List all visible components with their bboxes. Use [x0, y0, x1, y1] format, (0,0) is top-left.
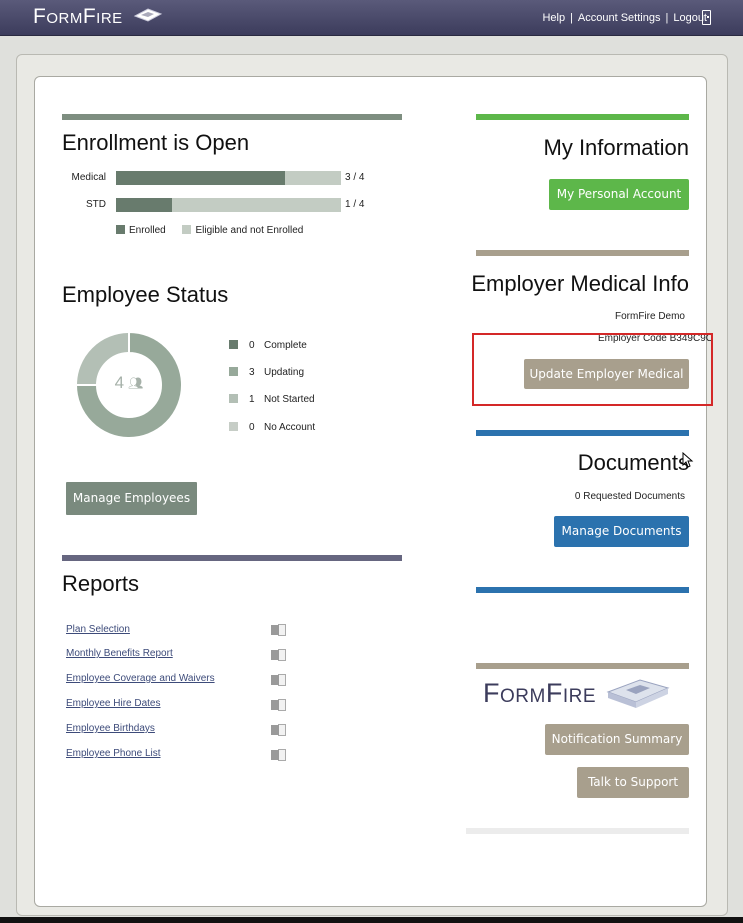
status-row-complete: 0 Complete: [229, 340, 307, 351]
legend-enrolled: Enrolled: [129, 225, 166, 236]
company-name: FormFire Demo: [614, 311, 685, 322]
employee-status-title: Employee Status: [62, 282, 229, 307]
reports-title: Reports: [62, 571, 140, 596]
top-nav: Help | Account Settings | Logout: [542, 12, 707, 24]
manage-employees-button[interactable]: Manage Employees: [66, 482, 197, 515]
enrollment-divider: [62, 114, 402, 120]
report-link-plan-selection[interactable]: Plan Selection: [66, 624, 130, 635]
requested-documents-count: 0 Requested Documents: [574, 491, 685, 502]
my-personal-account-button[interactable]: My Personal Account: [549, 179, 689, 210]
status-swatch: [229, 340, 238, 349]
status-row-not-started: 1 Not Started: [229, 394, 315, 405]
legend-swatch: [116, 225, 125, 234]
highlight-box: [472, 333, 713, 406]
talk-to-support-button[interactable]: Talk to Support: [577, 767, 689, 798]
excel-export-icon[interactable]: [271, 674, 286, 686]
employee-total: 4: [114, 373, 125, 392]
excel-export-icon[interactable]: [271, 699, 286, 711]
status-swatch: [229, 394, 238, 403]
logo-cube-icon: [606, 679, 670, 708]
reports-divider: [62, 555, 402, 561]
status-count: 0: [249, 340, 255, 351]
logo-mark-icon: [133, 8, 163, 22]
excel-export-icon[interactable]: [271, 724, 286, 736]
status-count: 3: [249, 367, 255, 378]
excel-export-icon[interactable]: [271, 749, 286, 761]
status-label: No Account: [264, 422, 316, 433]
status-label: Complete: [264, 340, 307, 351]
mouse-cursor-icon: [682, 452, 694, 468]
documents-divider: [476, 430, 689, 436]
enrolled-fill-medical: [116, 171, 285, 185]
account-settings-link[interactable]: Account Settings: [578, 12, 661, 24]
enrolled-fill-std: [116, 198, 173, 212]
status-label: Updating: [264, 367, 305, 378]
excel-export-icon[interactable]: [271, 624, 286, 636]
enrollment-title: Enrollment is Open: [62, 130, 250, 155]
enrollment-count: 3 / 4: [345, 172, 365, 183]
enrollment-bar-std: [116, 198, 341, 212]
support-logo-text: FormFire: [483, 678, 596, 708]
employee-status-donut: 4 👥︎: [74, 330, 183, 439]
donut-center: 4 👥︎: [76, 373, 182, 393]
logout-door-icon[interactable]: [702, 10, 711, 25]
my-info-divider: [476, 114, 689, 120]
report-link-hire-dates[interactable]: Employee Hire Dates: [66, 698, 160, 709]
excel-export-icon[interactable]: [271, 649, 286, 661]
formfire-support-logo: FormFire: [483, 678, 674, 709]
report-link-monthly-benefits[interactable]: Monthly Benefits Report: [66, 648, 173, 659]
footer-divider: [466, 828, 689, 834]
employer-medical-title: Employer Medical Info: [471, 271, 689, 296]
logo-text: FormFire: [33, 5, 123, 28]
enrollment-row-label: Medical: [71, 172, 106, 183]
employer-medical-divider: [476, 250, 689, 256]
top-bar: FormFire Help | Account Settings | Logout: [0, 0, 743, 36]
legend-swatch: [182, 225, 192, 234]
people-icon: 👥︎: [128, 376, 144, 390]
enrollment-count: 1 / 4: [345, 199, 365, 210]
status-swatch: [229, 367, 238, 376]
help-link[interactable]: Help: [542, 12, 565, 24]
status-row-updating: 3 Updating: [229, 367, 304, 378]
legend-eligible: Eligible and not Enrolled: [195, 225, 304, 236]
status-row-no-account: 0 No Account: [229, 422, 315, 433]
my-info-title: My Information: [543, 135, 690, 160]
documents-title: Documents: [577, 450, 689, 475]
status-count: 0: [249, 422, 255, 433]
status-swatch: [229, 422, 238, 431]
taskbar-edge: [0, 917, 743, 923]
formfire-logo[interactable]: FormFire: [33, 5, 163, 29]
enrollment-row-label: STD: [86, 199, 106, 210]
enrollment-bar-medical: [116, 171, 341, 185]
support-divider: [476, 663, 689, 669]
status-count: 1: [249, 394, 255, 405]
notification-summary-button[interactable]: Notification Summary: [545, 724, 689, 755]
report-link-phone-list[interactable]: Employee Phone List: [66, 748, 161, 759]
report-link-birthdays[interactable]: Employee Birthdays: [66, 723, 155, 734]
blank-divider: [476, 587, 689, 593]
enrollment-legend: Enrolled Eligible and not Enrolled: [116, 225, 317, 236]
report-link-coverage-waivers[interactable]: Employee Coverage and Waivers: [66, 673, 215, 684]
manage-documents-button[interactable]: Manage Documents: [554, 516, 689, 547]
status-label: Not Started: [264, 394, 315, 405]
